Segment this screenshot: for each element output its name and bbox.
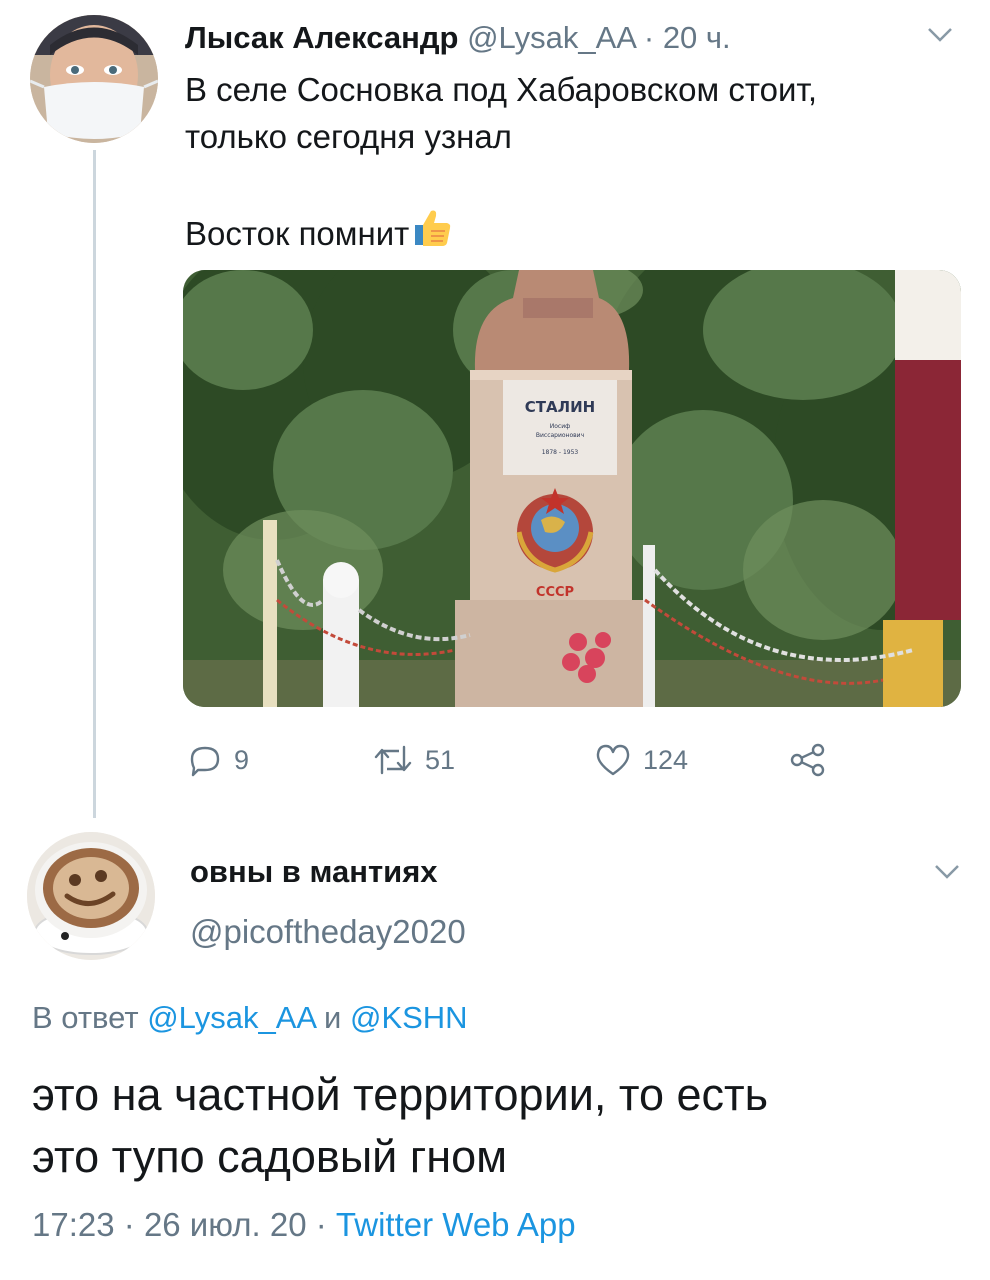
reply-text-line: это на частной территории, то есть	[32, 1069, 769, 1120]
reply-user-link[interactable]: @KSHN	[350, 1000, 468, 1035]
source-link[interactable]: Twitter Web App	[336, 1206, 576, 1243]
author-handle[interactable]: @Lysak_AA	[467, 20, 635, 55]
reply-count: 9	[234, 744, 250, 775]
tweet-text-line: В селе Сосновка под Хабаровском стоит,	[185, 71, 818, 108]
retweet-button[interactable]: 51	[373, 740, 455, 780]
tweet-photo[interactable]: СТАЛИН Иосиф Виссарионович 1878 - 1953 С…	[183, 270, 961, 707]
plaque-patronymic: Виссарионович	[536, 432, 584, 439]
meta-separator: ·	[635, 20, 663, 55]
reply-footer: 17:23 · 26 июл. 20 · Twitter Web App	[32, 1206, 576, 1244]
reply-time[interactable]: 17:23	[32, 1206, 115, 1243]
footer-separator: ·	[315, 1206, 327, 1243]
tweet-text-line3: Восток помнит	[185, 215, 410, 252]
author-avatar[interactable]	[30, 15, 158, 143]
tweet-text-line: только сегодня узнал	[185, 118, 512, 155]
chevron-down-icon[interactable]	[932, 862, 962, 882]
retweet-count: 51	[425, 744, 456, 775]
reply-author-avatar[interactable]	[27, 832, 155, 960]
reply-author-handle[interactable]: @picoftheday2020	[190, 913, 466, 951]
tweet-text: В селе Сосновка под Хабаровском стоит, т…	[185, 66, 955, 261]
reply-user-link[interactable]: @Lysak_AA	[147, 1000, 315, 1035]
chevron-down-icon[interactable]	[925, 25, 955, 45]
thread-line	[93, 150, 96, 818]
author-name[interactable]: Лысак Александр	[185, 20, 458, 55]
share-icon	[788, 743, 828, 777]
reply-and: и	[324, 1000, 342, 1035]
retweet-icon	[373, 743, 413, 777]
reply-text-line: это тупо садовый гном	[32, 1131, 508, 1182]
tweet-header: Лысак Александр @Lysak_AA · 20 ч.	[185, 20, 731, 56]
reply-prefix: В ответ	[32, 1000, 139, 1035]
reply-icon	[188, 743, 222, 777]
replying-to: В ответ @Lysak_AA и @KSHN	[32, 1000, 468, 1036]
thumbs-up-emoji	[411, 207, 453, 261]
footer-separator: ·	[123, 1206, 135, 1243]
plaque-years: 1878 - 1953	[542, 449, 579, 456]
reply-button[interactable]: 9	[188, 740, 249, 780]
like-button[interactable]: 124	[595, 740, 688, 780]
reply-author-name[interactable]: овны в мантиях	[190, 854, 438, 890]
plaque-name: СТАЛИН	[525, 398, 595, 416]
tweet-actions: 9 51 124	[188, 740, 838, 780]
share-button[interactable]	[788, 740, 828, 780]
heart-icon	[595, 743, 631, 777]
tweet-text-line: Восток помнит	[185, 207, 955, 261]
plaque-first-name: Иосиф	[550, 423, 571, 430]
reply-date[interactable]: 26 июл. 20	[144, 1206, 307, 1243]
emblem-text: СССР	[536, 585, 574, 600]
like-count: 124	[643, 744, 689, 775]
tweet-time[interactable]: 20 ч.	[663, 20, 731, 55]
reply-text: это на частной территории, то есть это т…	[32, 1064, 962, 1188]
